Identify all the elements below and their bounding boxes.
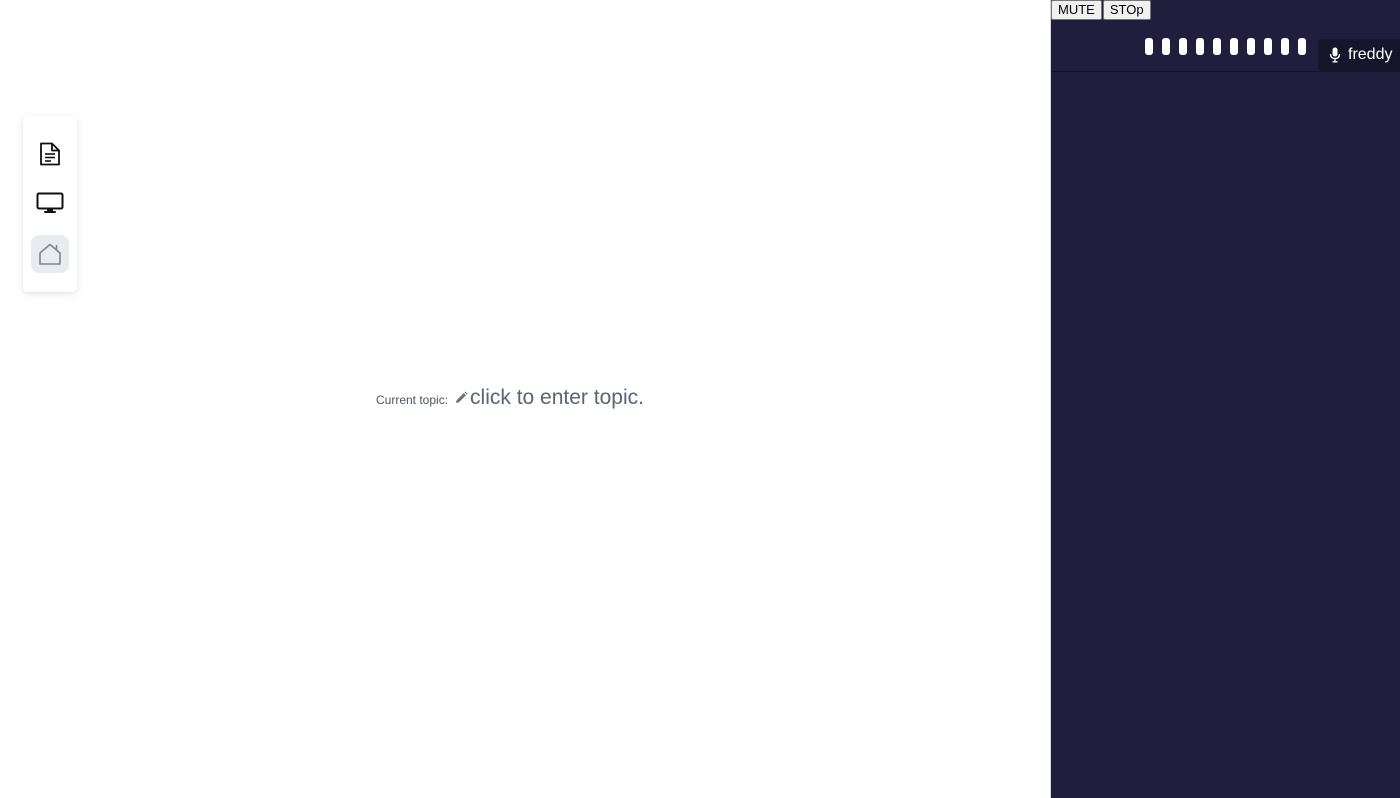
user-chip[interactable]: freddy	[1318, 39, 1400, 71]
left-toolbar	[23, 116, 77, 292]
meter-bar	[1213, 38, 1221, 55]
meter-bar	[1230, 38, 1238, 55]
meter-bar	[1145, 38, 1153, 55]
meter-bar	[1281, 38, 1289, 55]
app-root: Current topic: click to enter topic. MUT…	[0, 0, 1400, 798]
stop-button[interactable]: STOp	[1102, 0, 1151, 20]
home-icon	[39, 243, 61, 265]
panel-header: freddy	[1051, 22, 1400, 72]
pencil-icon	[456, 391, 468, 403]
home-button[interactable]	[31, 235, 69, 273]
meter-bar	[1196, 38, 1204, 55]
meter-bar	[1162, 38, 1170, 55]
voice-panel: MUTE STOp freddy	[1050, 0, 1400, 798]
meter-bar	[1298, 38, 1306, 55]
monitor-icon	[36, 192, 64, 213]
panel-controls: MUTE STOp	[1051, 0, 1152, 20]
topic-label: Current topic:	[376, 393, 449, 407]
meter-bar	[1247, 38, 1255, 55]
microphone-icon	[1329, 47, 1341, 63]
topic-edit-field[interactable]: click to enter topic.	[454, 386, 644, 410]
user-name: freddy	[1348, 46, 1393, 63]
document-icon	[40, 142, 60, 166]
mute-button[interactable]: MUTE	[1051, 0, 1102, 20]
meter-bar	[1264, 38, 1272, 55]
meter-bar	[1179, 38, 1187, 55]
document-button[interactable]	[31, 135, 69, 173]
audio-level-meter	[1145, 38, 1306, 55]
current-topic: Current topic: click to enter topic.	[376, 386, 644, 410]
screen-button[interactable]	[31, 184, 69, 222]
topic-placeholder: click to enter topic.	[470, 386, 644, 409]
